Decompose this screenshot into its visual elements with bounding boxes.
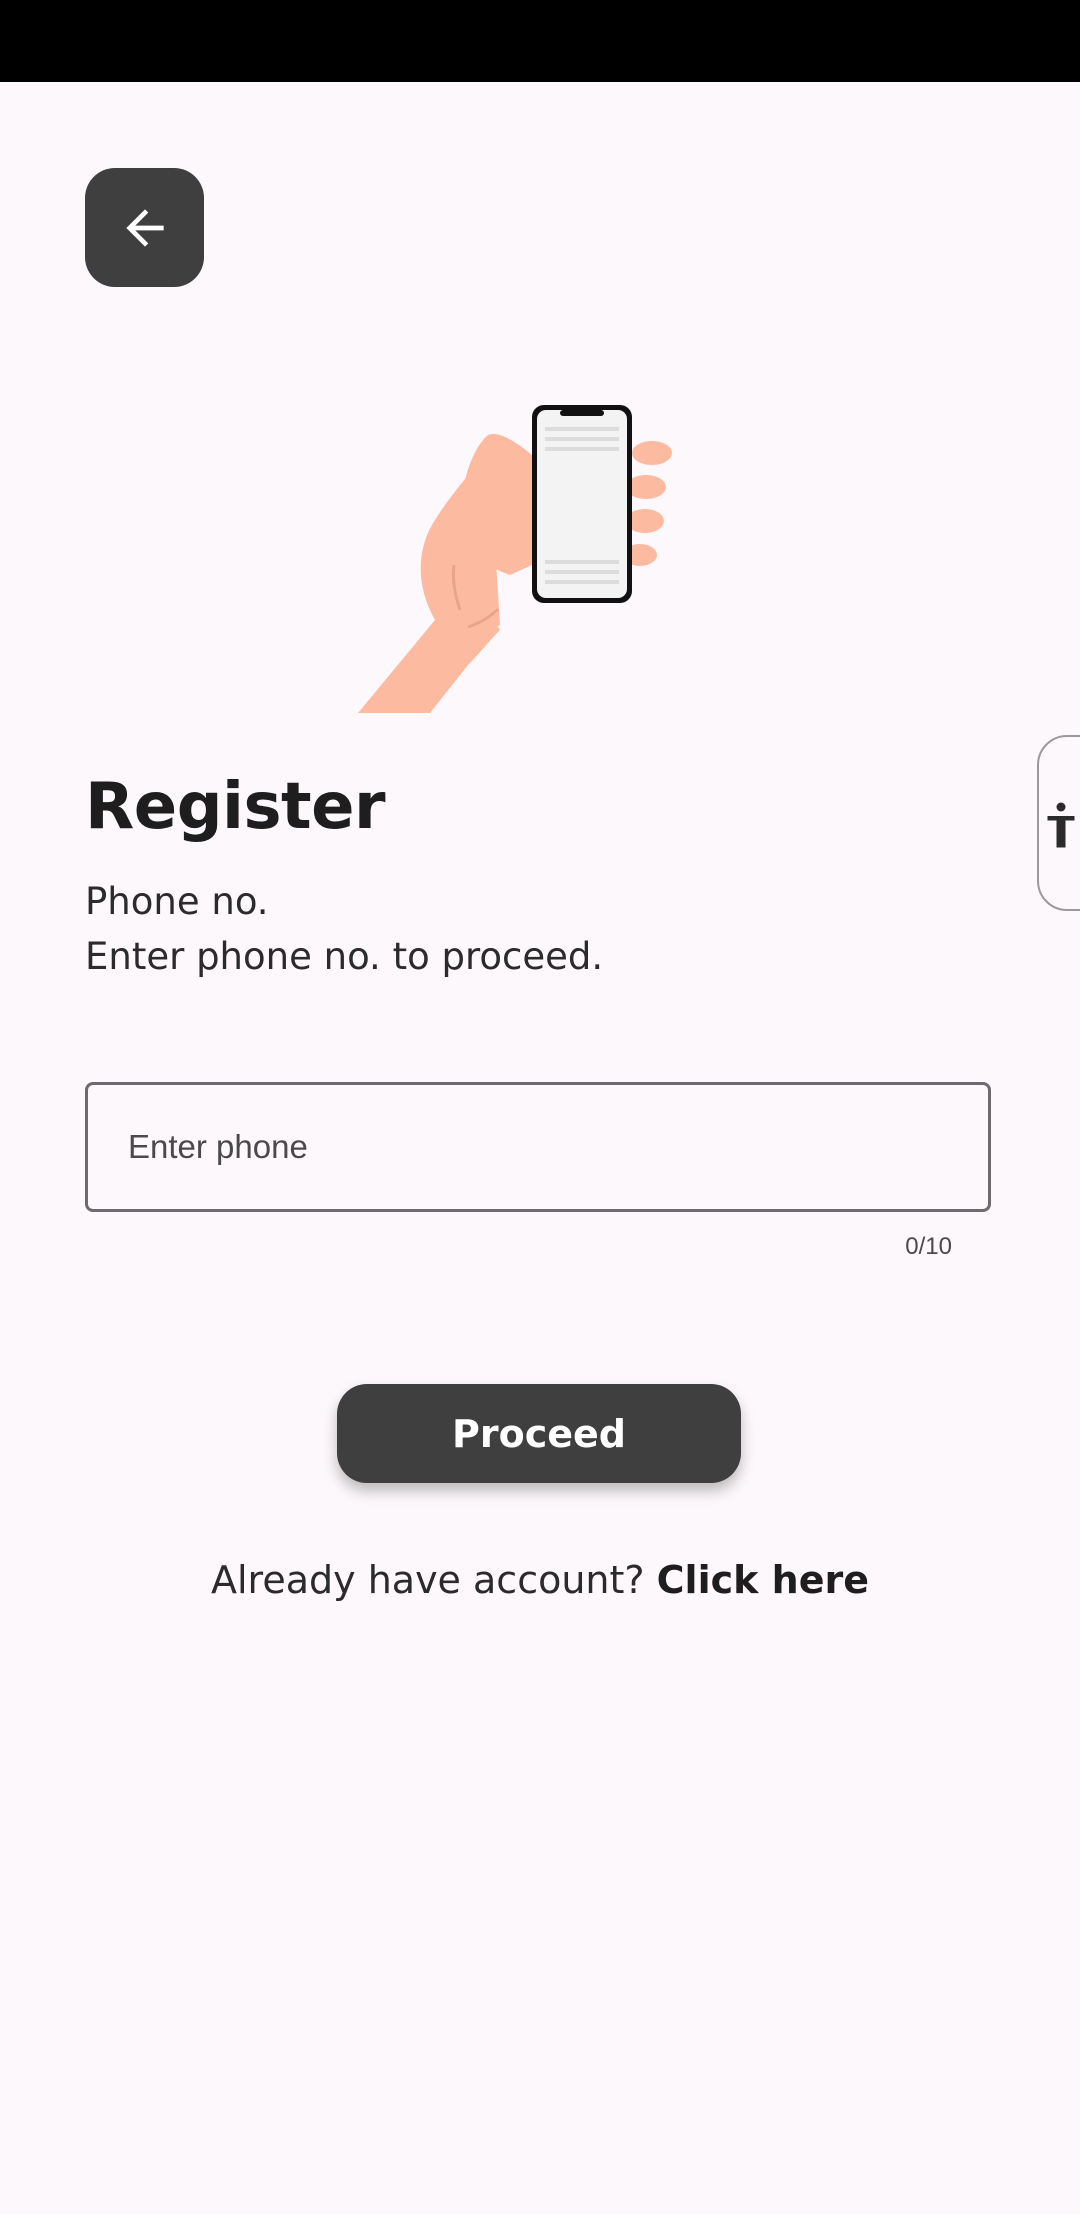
instruction-text: Enter phone no. to proceed. — [85, 935, 604, 978]
accessibility-icon — [1047, 802, 1075, 848]
phone-label: Phone no. — [85, 880, 269, 923]
phone-input[interactable] — [88, 1085, 988, 1209]
phone-field[interactable] — [85, 1082, 991, 1212]
arrow-left-icon — [125, 208, 164, 247]
status-bar — [0, 0, 1080, 82]
login-prompt: Already have account? Click here — [0, 1558, 1080, 1602]
click-here-link[interactable]: Click here — [657, 1558, 869, 1602]
proceed-button[interactable]: Proceed — [337, 1384, 741, 1483]
page-title: Register — [85, 770, 386, 844]
back-button[interactable] — [85, 168, 204, 287]
login-prompt-text: Already have account? — [211, 1558, 645, 1602]
accessibility-button[interactable] — [1037, 735, 1080, 911]
character-counter: 0/10 — [905, 1233, 952, 1260]
hand-holding-phone-illustration — [358, 405, 672, 713]
